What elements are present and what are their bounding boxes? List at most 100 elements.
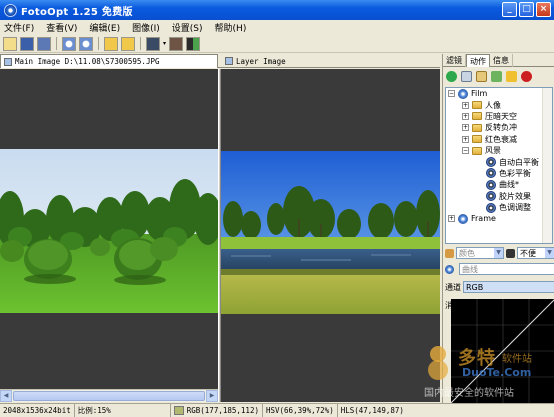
scroll-left-icon[interactable]: ◀ [0,390,12,402]
record-icon[interactable] [521,70,532,82]
tree-item-darken-sky[interactable]: + 压暗天空 [446,111,552,122]
expand-icon[interactable]: + [462,112,469,120]
toolbar-separator [140,37,141,50]
tab-actions[interactable]: 动作 [466,54,490,67]
blend-combo[interactable]: 不便 ▼ [517,247,554,259]
tree-item-label: 曲线* [499,180,519,190]
tree-item-landscape[interactable]: − 风景 [446,145,552,156]
tree-item-label: 胶片效果 [499,191,531,201]
new-folder-icon[interactable] [476,70,487,82]
image-icon [225,57,233,65]
undo-icon[interactable] [104,36,118,51]
rgb-value: RGB(177,185,112) [186,406,259,415]
zoom-in-icon[interactable] [62,36,76,51]
zoom-out-icon[interactable] [79,36,93,51]
action-icon [486,179,496,190]
color-combo[interactable]: 颜色 ▼ [456,247,504,259]
channel-label: 通道 [445,282,461,292]
view-mode-icon[interactable] [146,36,160,51]
channel-row: 通道 RGB [443,280,554,294]
window-title: FotoOpt 1.25 免费版 [21,6,133,18]
expand-icon[interactable]: + [462,124,469,132]
redo-icon[interactable] [121,36,135,51]
chevron-down-icon[interactable]: ▼ [545,248,554,258]
tree-item-label: 人像 [485,100,501,110]
scroll-right-icon[interactable]: ▶ [206,390,218,402]
scroll-thumb[interactable] [13,391,205,401]
tab-filters[interactable]: 滤镜 [443,54,466,67]
curve-combo-value: 曲线 [462,264,478,274]
toolbar-separator [56,37,57,50]
tree-item-curves[interactable]: 曲线* [446,179,552,190]
expand-icon[interactable]: + [448,215,455,223]
tree-item-label: 红色衰减 [485,134,517,144]
edit-icon[interactable] [506,70,517,82]
save-as-icon[interactable] [37,36,51,51]
expand-icon[interactable]: + [462,101,469,109]
menu-help[interactable]: 帮助(H) [215,21,247,34]
save-icon[interactable] [20,36,34,51]
folder-icon [472,146,482,155]
tree-item-frame[interactable]: + Frame [446,213,552,224]
curve-graph [451,299,554,403]
menu-image[interactable]: 图像(I) [132,21,160,34]
actions-toolbar [443,67,554,85]
tree-item-tone-adjust[interactable]: 色调调整 [446,202,552,213]
toolbar: ▾ [0,35,554,53]
curve-editor[interactable] [451,299,554,403]
collapse-icon[interactable]: − [462,147,469,155]
tree-item-label: 色调调整 [499,203,531,213]
folder-icon [472,123,482,132]
refresh-icon[interactable] [491,70,502,82]
play-icon[interactable] [446,70,457,82]
chevron-down-icon[interactable]: ▾ [163,40,166,47]
action-icon [486,157,496,168]
collapse-icon[interactable]: − [448,90,455,98]
tree-item-auto-white-balance[interactable]: 自动白平衡 [446,156,552,168]
portrait-icon[interactable] [169,36,184,51]
maximize-button[interactable]: □ [519,2,534,17]
layer-image-pane[interactable] [221,69,440,389]
tab-layer-image[interactable]: Layer Image [222,54,440,68]
main-image-pane[interactable] [0,69,218,389]
menu-settings[interactable]: 设置(S) [172,21,203,34]
tab-main-image[interactable]: Main Image D:\11.08\S7300595.JPG [0,54,218,68]
expand-icon[interactable]: + [462,135,469,143]
app-icon [4,3,17,17]
minimize-button[interactable]: _ [502,2,517,17]
layer-pane-bottom [221,389,440,402]
color-icon [445,248,454,258]
folder-icon [472,112,482,121]
menu-file[interactable]: 文件(F) [4,21,34,34]
new-action-icon[interactable] [461,70,472,82]
tree-scrollbar[interactable] [542,88,552,243]
tree-item-label: 压暗天空 [485,111,517,121]
title-bar[interactable]: FotoOpt 1.25 免费版 _ □ × [0,0,554,20]
tab-main-image-label: Main Image D:\11.08\S7300595.JPG [15,57,160,66]
globe-icon [458,213,468,224]
channel-select[interactable]: RGB [463,281,554,293]
chevron-down-icon[interactable]: ▼ [494,248,503,258]
folder-icon [472,135,482,144]
tab-info[interactable]: 信息 [490,54,513,67]
menu-edit[interactable]: 编辑(E) [89,21,120,34]
tree-item-red-reduction[interactable]: + 红色衰减 [446,134,552,145]
tree-item-cross-process[interactable]: + 反转负冲 [446,122,552,133]
menu-view[interactable]: 查看(V) [46,21,77,34]
actions-tree[interactable]: − Film + 人像 + 压暗天空 + 反转负冲 + 红色衰减 − 风景 自动… [445,87,553,244]
globe-icon [445,264,454,274]
image-size: 2048x1536x24bit [0,403,75,417]
tree-item-film-effect[interactable]: 胶片效果 [446,191,552,202]
layer-image [221,151,440,314]
tree-item-portrait[interactable]: + 人像 [446,99,552,110]
hls-readout: HLS(47,149,87) [340,406,404,415]
blend-combo-value: 不便 [520,248,536,258]
horizontal-scrollbar[interactable]: ◀ ▶ [0,389,218,402]
action-icon [486,191,496,202]
curve-combo[interactable]: 曲线 [459,263,554,275]
open-icon[interactable] [3,36,17,51]
tree-item-color-balance[interactable]: 色彩平衡 [446,168,552,179]
tree-item-film[interactable]: − Film [446,88,552,99]
close-button[interactable]: × [536,2,551,17]
compare-icon[interactable] [186,36,201,51]
